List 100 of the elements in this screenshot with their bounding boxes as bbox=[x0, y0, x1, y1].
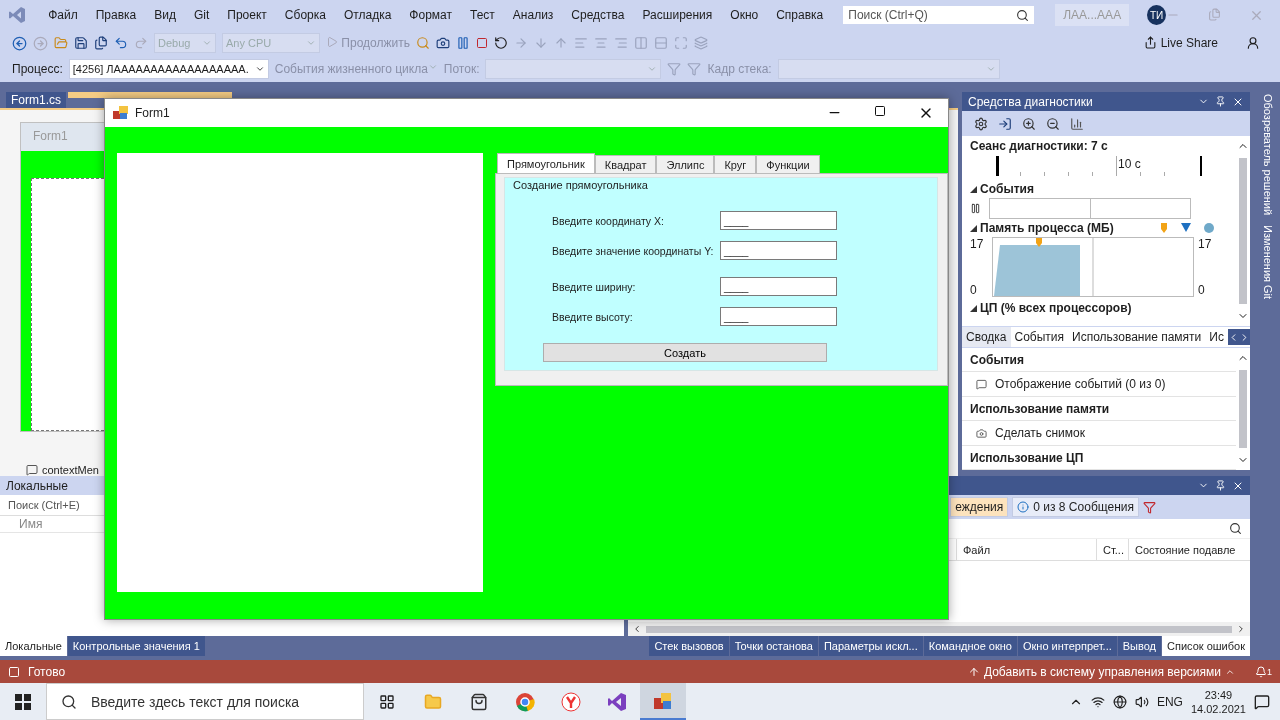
caret-icon bbox=[427, 62, 438, 72]
menu-item[interactable]: Средства bbox=[562, 8, 634, 22]
scrollbar-thumb[interactable] bbox=[1239, 370, 1247, 448]
volume-icon[interactable] bbox=[1134, 694, 1149, 709]
menu-item[interactable]: Окно bbox=[721, 8, 768, 22]
tab[interactable]: Сводка bbox=[962, 327, 1011, 347]
search-field[interactable]: Поиск (Ctrl+Q) bbox=[842, 5, 1036, 25]
menu-item[interactable]: Тест bbox=[461, 8, 504, 22]
source-control-button[interactable]: Добавить в систему управления версиями bbox=[967, 664, 1235, 679]
menu-item[interactable]: Расширения bbox=[633, 8, 722, 22]
timeline-label: 10 с bbox=[1118, 157, 1141, 171]
settings-icon[interactable] bbox=[974, 116, 988, 131]
column-header: Файл bbox=[956, 539, 1096, 560]
process-dropdown[interactable]: [4256] ЛАААААААААААААААААА. bbox=[68, 59, 269, 79]
search-icon[interactable] bbox=[1229, 522, 1242, 535]
menu-item[interactable]: Анализ bbox=[503, 8, 563, 22]
input-field[interactable]: ____ bbox=[720, 241, 837, 260]
menu-item[interactable]: Отладка bbox=[334, 8, 401, 22]
chart-icon[interactable] bbox=[1070, 116, 1084, 131]
tab[interactable]: Прямоугольник bbox=[497, 153, 595, 173]
editor-tab[interactable]: Form1.cs bbox=[6, 92, 66, 108]
tab[interactable]: Квадрат bbox=[594, 155, 657, 173]
undo-icon[interactable] bbox=[114, 36, 128, 50]
menu-item[interactable]: Формат bbox=[400, 8, 461, 22]
app-icon bbox=[113, 106, 129, 120]
tab[interactable]: Контрольные значения 1 bbox=[67, 636, 205, 656]
user-avatar[interactable]: ТИ bbox=[1147, 5, 1166, 25]
tab[interactable]: Вывод bbox=[1117, 636, 1161, 656]
notifications-button[interactable]: 1 bbox=[1255, 665, 1272, 678]
collapse-icon[interactable] bbox=[970, 224, 977, 232]
solution-name: ЛАА...ААА bbox=[1055, 4, 1130, 26]
status-text: Готово bbox=[28, 664, 66, 679]
form-app-button[interactable] bbox=[640, 683, 686, 720]
field-label: Введите высоту: bbox=[552, 310, 634, 323]
scrollbar-thumb[interactable] bbox=[1239, 158, 1247, 304]
clear-filter-icon[interactable] bbox=[1143, 500, 1156, 514]
menu-item[interactable]: Сборка bbox=[275, 8, 335, 22]
input-field[interactable]: ____ bbox=[720, 307, 837, 326]
collapse-icon[interactable] bbox=[970, 304, 977, 312]
filter-toggle[interactable]: 0 из 8 Сообщения bbox=[1012, 497, 1139, 517]
tab[interactable]: Локальные bbox=[0, 636, 67, 656]
process-label: Процесс: bbox=[12, 62, 63, 76]
pause-icon[interactable] bbox=[970, 203, 981, 214]
list-item[interactable]: Сделать снимок bbox=[995, 426, 1085, 440]
save-icon[interactable] bbox=[74, 36, 88, 50]
language-indicator[interactable]: ENG bbox=[1156, 694, 1183, 709]
tab[interactable]: Список ошибок bbox=[1162, 636, 1250, 656]
collapse-icon[interactable] bbox=[970, 185, 977, 193]
globe-icon[interactable] bbox=[1112, 694, 1127, 709]
tab[interactable]: Параметры искл... bbox=[818, 636, 923, 656]
side-tab[interactable]: Обозреватель решений bbox=[1256, 92, 1274, 218]
section-title: Память процесса (МБ) bbox=[980, 221, 1114, 235]
stop-icon[interactable] bbox=[475, 37, 488, 49]
scrollbar-thumb[interactable] bbox=[646, 625, 1232, 633]
field-label: Введите ширину: bbox=[552, 280, 637, 293]
export-icon[interactable] bbox=[998, 116, 1012, 131]
group-title: Создание прямоугольника bbox=[512, 179, 649, 191]
menu-item[interactable]: Git bbox=[184, 8, 219, 22]
tab[interactable]: Круг bbox=[714, 155, 757, 173]
restart-icon[interactable] bbox=[493, 36, 508, 50]
menu-item[interactable]: Справка bbox=[767, 8, 833, 22]
tab[interactable]: Точки останова bbox=[729, 636, 818, 656]
list-item[interactable]: Отображение событий (0 из 0) bbox=[995, 377, 1166, 391]
pin-icon[interactable] bbox=[1215, 95, 1226, 108]
browser-icon bbox=[561, 691, 581, 712]
network-icon[interactable] bbox=[1090, 694, 1105, 709]
tab[interactable]: Эллипс bbox=[656, 155, 715, 173]
tab[interactable]: Окно интерпрет... bbox=[1017, 636, 1117, 656]
pin-icon[interactable] bbox=[1215, 479, 1226, 492]
menu-item[interactable]: Правка bbox=[86, 8, 146, 22]
menu-item[interactable]: Проект bbox=[218, 8, 276, 22]
section-header: События bbox=[962, 348, 1236, 372]
tab[interactable]: Стек вызовов bbox=[649, 636, 729, 656]
tab[interactable]: Командное окно bbox=[923, 636, 1017, 656]
tab-scroll-buttons[interactable] bbox=[1228, 329, 1250, 345]
notification-center-icon[interactable] bbox=[1254, 693, 1270, 710]
section-title: События bbox=[980, 182, 1034, 196]
create-button[interactable]: Создать bbox=[543, 343, 827, 362]
menu-item[interactable]: Вид bbox=[145, 8, 185, 22]
tray-item[interactable]: contextMen bbox=[42, 464, 99, 476]
clock[interactable]: 23:49 14.02.2021 bbox=[1190, 687, 1246, 716]
scroll-left-icon bbox=[632, 624, 642, 634]
context-menu-icon bbox=[26, 464, 38, 476]
save-all-icon[interactable] bbox=[94, 36, 108, 50]
tab[interactable]: Функции bbox=[756, 155, 820, 173]
feedback-icon[interactable] bbox=[1246, 36, 1260, 50]
session-label: Сеанс диагностики: 7 с bbox=[970, 139, 1109, 153]
menu-item[interactable]: Файл bbox=[39, 8, 87, 22]
back-icon[interactable] bbox=[12, 35, 27, 51]
zoom-out-icon[interactable] bbox=[1046, 116, 1060, 131]
live-share-button[interactable]: Live Share bbox=[1144, 36, 1218, 50]
zoom-in-icon[interactable] bbox=[1022, 116, 1036, 131]
side-tab[interactable]: Изменения Git bbox=[1256, 223, 1274, 302]
input-field[interactable]: ____ bbox=[720, 211, 837, 230]
taskbar-search-field[interactable]: Введите здесь текст для поиска bbox=[46, 683, 364, 720]
shopping-bag-icon bbox=[470, 692, 488, 711]
input-field[interactable]: ____ bbox=[720, 277, 837, 296]
search-field[interactable]: Поиск (Ctrl+E) bbox=[0, 495, 100, 515]
filter-toggle[interactable]: еждения bbox=[950, 497, 1009, 517]
camera-icon[interactable] bbox=[435, 36, 450, 50]
